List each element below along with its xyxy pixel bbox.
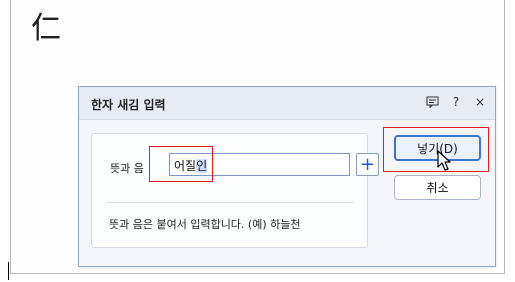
add-button[interactable]: + xyxy=(356,153,379,176)
document-hanja-character: 仁 xyxy=(31,11,61,46)
help-icon[interactable]: ? xyxy=(449,95,463,109)
divider xyxy=(107,202,354,203)
meaning-sound-group: 뜻과 음 어질인 + 뜻과 음은 붙여서 입력합니다. (예) 하늘천 xyxy=(91,133,379,248)
input-text-selected: 인 xyxy=(196,159,208,173)
text-cursor xyxy=(8,262,9,280)
memo-icon[interactable] xyxy=(425,95,439,109)
dialog-title: 한자 새김 입력 xyxy=(91,98,166,112)
input-text-unselected: 어질 xyxy=(174,159,197,173)
hint-text: 뜻과 음은 붙여서 입력합니다. (예) 하늘천 xyxy=(109,218,301,231)
cancel-button[interactable]: 취소 xyxy=(394,175,481,200)
close-icon[interactable]: × xyxy=(473,95,487,109)
meaning-sound-label: 뜻과 음 xyxy=(110,162,144,175)
insert-button[interactable]: 넣기(D) xyxy=(394,135,481,161)
meaning-sound-input[interactable]: 어질인 xyxy=(169,153,350,176)
dialog-titlebar: 한자 새김 입력 ? × xyxy=(79,87,495,120)
title-icons: ? × xyxy=(425,95,487,109)
